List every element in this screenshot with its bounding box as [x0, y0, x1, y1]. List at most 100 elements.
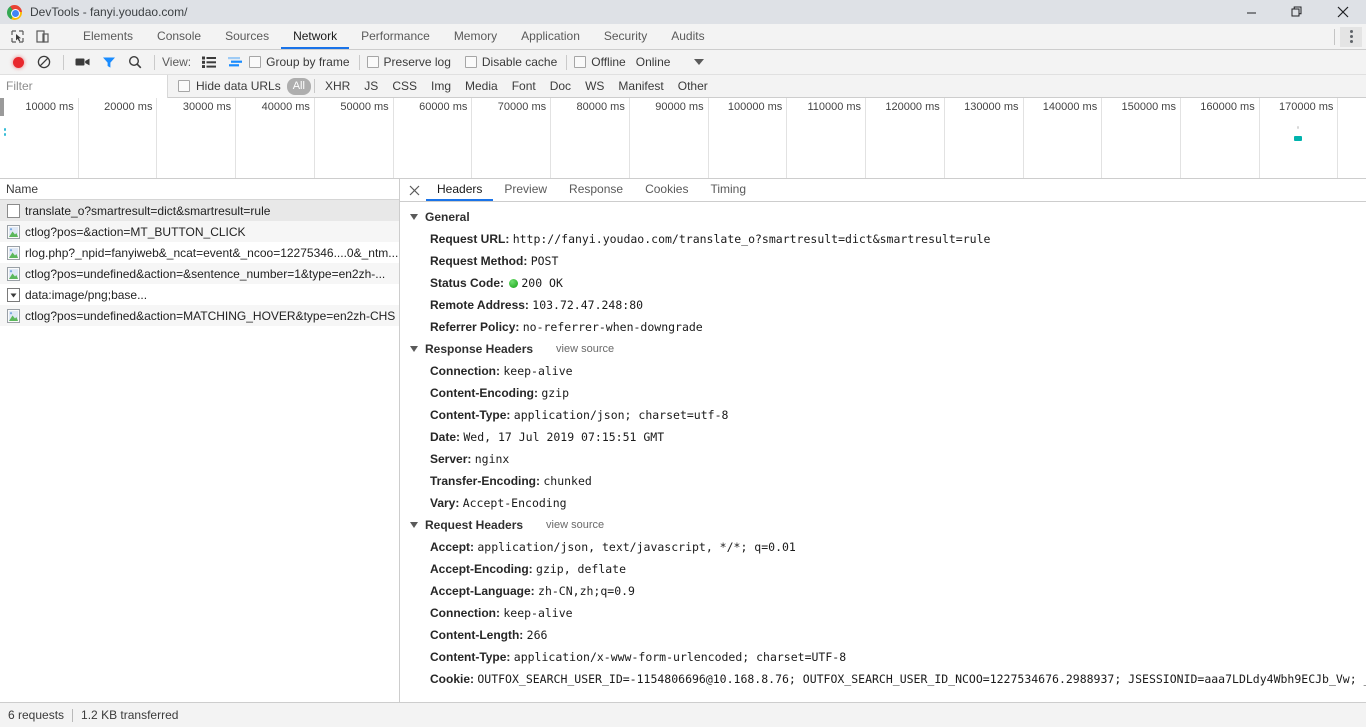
tab-network[interactable]: Network: [281, 24, 350, 49]
filter-type-other[interactable]: Other: [671, 78, 715, 95]
tab-security[interactable]: Security: [592, 24, 659, 49]
filter-input[interactable]: [0, 74, 168, 98]
header-value: OUTFOX_SEARCH_USER_ID=-1154806696@10.168…: [477, 672, 1366, 686]
filter-type-manifest[interactable]: Manifest: [611, 78, 670, 95]
inspect-element-icon[interactable]: [6, 26, 28, 48]
transferred-size: 1.2 KB transferred: [81, 708, 179, 722]
header-key: Status Code:: [430, 276, 505, 290]
tab-sources[interactable]: Sources: [213, 24, 281, 49]
header-value: application/json, text/javascript, */*; …: [477, 540, 796, 554]
tab-application[interactable]: Application: [509, 24, 592, 49]
tab-audits[interactable]: Audits: [659, 24, 716, 49]
timeline-tick-label: 170000 ms: [1279, 101, 1334, 113]
maximize-button[interactable]: [1274, 0, 1320, 24]
headers-section-title[interactable]: General: [400, 206, 1366, 228]
filter-type-all[interactable]: All: [286, 77, 311, 95]
record-icon: [12, 56, 24, 68]
preserve-log-label: Preserve log: [383, 55, 451, 69]
hide-data-urls-checkbox[interactable]: Hide data URLs: [178, 79, 281, 93]
throttling-select[interactable]: Online: [636, 55, 671, 69]
overview-ruler: 10000 ms 20000 ms 30000 ms 40000 ms 50000 ms…: [0, 98, 1366, 178]
close-detail-icon[interactable]: [402, 179, 426, 201]
request-row[interactable]: translate_o?smartresult=dict&smartresult…: [0, 200, 399, 221]
headers-section-title[interactable]: Request Headers view source: [400, 514, 1366, 536]
headers-section-title[interactable]: Response Headers view source: [400, 338, 1366, 360]
tab-performance[interactable]: Performance: [349, 24, 442, 49]
request-row[interactable]: ctlog?pos=&action=MT_BUTTON_CLICK: [0, 221, 399, 242]
filter-type-img[interactable]: Img: [424, 78, 458, 95]
offline-checkbox[interactable]: Offline: [574, 55, 626, 69]
request-list[interactable]: translate_o?smartresult=dict&smartresult…: [0, 200, 399, 702]
filter-type-font[interactable]: Font: [505, 78, 543, 95]
disable-cache-label: Disable cache: [481, 55, 558, 69]
header-value: no-referrer-when-downgrade: [522, 320, 703, 334]
view-source-link[interactable]: view source: [546, 519, 604, 531]
divider: [358, 54, 360, 70]
list-view-icon[interactable]: [197, 51, 221, 73]
request-name: rlog.php?_npid=fanyiweb&_ncat=event&_nco…: [25, 245, 399, 260]
filter-type-js[interactable]: JS: [357, 78, 385, 95]
search-button[interactable]: [123, 51, 147, 73]
preserve-log-checkbox[interactable]: Preserve log: [366, 55, 451, 69]
request-row[interactable]: rlog.php?_npid=fanyiweb&_ncat=event&_nco…: [0, 242, 399, 263]
request-row[interactable]: ctlog?pos=undefined&action=&sentence_num…: [0, 263, 399, 284]
clear-button[interactable]: [32, 51, 56, 73]
devtools-tab-bar: Elements Console Sources Network Perform…: [0, 24, 1366, 50]
headers-content[interactable]: General Request URL: http://fanyi.youdao.…: [400, 202, 1366, 702]
divider: [154, 54, 155, 70]
header-row: Content-Length: 266: [400, 624, 1366, 646]
request-row[interactable]: ctlog?pos=undefined&action=MATCHING_HOVE…: [0, 305, 399, 326]
devtools-window: DevTools - fanyi.youdao.com/ Elements Co…: [0, 0, 1366, 727]
tab-bar-right: [1334, 24, 1366, 49]
header-row: Content-Encoding: gzip: [400, 382, 1366, 404]
device-toolbar-icon[interactable]: [31, 26, 53, 48]
detail-tab-headers[interactable]: Headers: [426, 179, 494, 201]
header-key: Transfer-Encoding:: [430, 474, 541, 488]
column-header-name: Name: [6, 182, 39, 196]
filter-type-doc[interactable]: Doc: [543, 78, 578, 95]
header-row: Status Code: 200 OK: [400, 272, 1366, 294]
triangle-down-icon[interactable]: [410, 522, 418, 528]
disable-cache-checkbox[interactable]: Disable cache: [464, 55, 558, 69]
minimize-button[interactable]: [1228, 0, 1274, 24]
view-source-link[interactable]: view source: [556, 343, 614, 355]
record-button[interactable]: [6, 51, 30, 73]
detail-tab-bar: Headers Preview Response Cookies Timing: [400, 179, 1366, 202]
filter-type-css[interactable]: CSS: [385, 78, 424, 95]
tab-console[interactable]: Console: [145, 24, 213, 49]
header-key: Accept:: [430, 540, 475, 554]
tab-memory[interactable]: Memory: [442, 24, 509, 49]
header-row: Accept-Language: zh-CN,zh;q=0.9: [400, 580, 1366, 602]
title-bar-left: DevTools - fanyi.youdao.com/: [0, 4, 187, 20]
header-row: Transfer-Encoding: chunked: [400, 470, 1366, 492]
checkbox-icon: [178, 80, 190, 92]
filter-type-ws[interactable]: WS: [578, 78, 611, 95]
request-list-header[interactable]: Name: [0, 179, 399, 200]
detail-tab-timing[interactable]: Timing: [699, 179, 757, 201]
detail-tab-preview[interactable]: Preview: [493, 179, 558, 201]
request-row[interactable]: data:image/png;base...: [0, 284, 399, 305]
header-value: keep-alive: [503, 606, 573, 620]
waterfall-view-icon[interactable]: [223, 51, 247, 73]
header-value: zh-CN,zh;q=0.9: [538, 584, 635, 598]
more-options-icon[interactable]: [1340, 26, 1362, 47]
filter-type-media[interactable]: Media: [458, 78, 505, 95]
header-row: Accept-Encoding: gzip, deflate: [400, 558, 1366, 580]
filter-type-xhr[interactable]: XHR: [318, 78, 357, 95]
triangle-down-icon[interactable]: [410, 346, 418, 352]
detail-tab-cookies[interactable]: Cookies: [634, 179, 699, 201]
header-key: Content-Type:: [430, 408, 511, 422]
resource-type-filters: All XHR JS CSS Img Media Font Doc WS Man…: [286, 77, 715, 95]
chevron-down-icon[interactable]: [694, 59, 705, 65]
capture-screenshots-button[interactable]: [71, 51, 95, 73]
close-button[interactable]: [1320, 0, 1366, 24]
tab-elements[interactable]: Elements: [71, 24, 145, 49]
network-overview-timeline[interactable]: 10000 ms 20000 ms 30000 ms 40000 ms 50000 ms…: [0, 98, 1366, 179]
filter-button[interactable]: [97, 51, 121, 73]
triangle-down-icon[interactable]: [410, 214, 418, 220]
document-icon: [7, 203, 20, 218]
network-toolbar: View: Group by frame Preserve log Disabl…: [0, 50, 1366, 75]
header-key: Cookie:: [430, 672, 475, 686]
detail-tab-response[interactable]: Response: [558, 179, 634, 201]
group-by-frame-checkbox[interactable]: Group by frame: [249, 55, 350, 69]
